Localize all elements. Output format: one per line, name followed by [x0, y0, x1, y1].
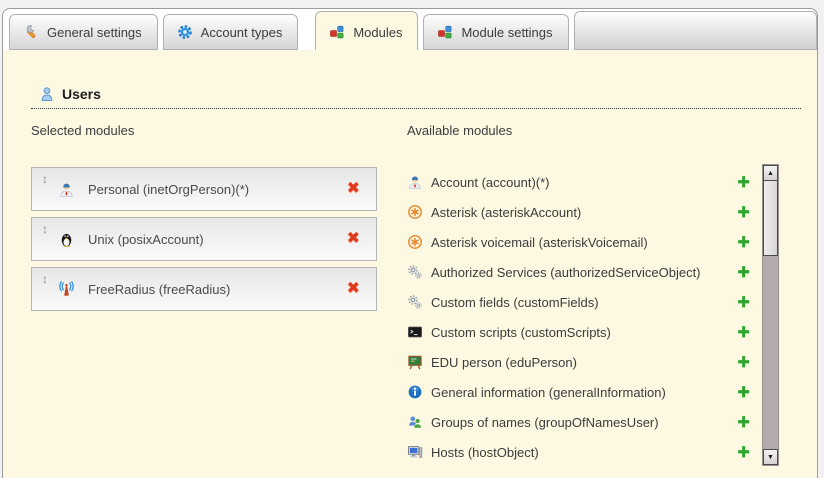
- module-label: EDU person (eduPerson): [431, 355, 577, 370]
- tab-general-settings[interactable]: General settings: [9, 14, 158, 50]
- module-label: Personal (inetOrgPerson)(*): [88, 182, 347, 197]
- available-module-row: EDU person (eduPerson) ✚: [407, 347, 750, 377]
- person-icon: [58, 181, 75, 198]
- person-icon: [407, 174, 423, 190]
- selected-modules-label: Selected modules: [31, 123, 377, 139]
- modules-cubes-icon: [329, 24, 345, 40]
- config-window: General settings Account types Modules M…: [2, 8, 818, 478]
- selected-module-row: ↕ Unix (posixAccount) ✖: [31, 217, 377, 261]
- available-module-row: Asterisk (asteriskAccount) ✚: [407, 197, 750, 227]
- group-icon: [407, 414, 423, 430]
- delete-icon[interactable]: ✖: [347, 231, 360, 247]
- tab-label: Account types: [201, 25, 283, 40]
- module-label: Custom scripts (customScripts): [431, 325, 611, 340]
- selected-modules-panel: Selected modules ↕ Personal (inetOrgPers…: [31, 123, 377, 467]
- users-section-header: Users: [31, 86, 801, 109]
- user-icon: [39, 86, 55, 102]
- modules-tab-content: Users Selected modules ↕ Personal (inetO…: [3, 50, 817, 478]
- module-label: Account (account)(*): [431, 175, 550, 190]
- add-icon[interactable]: ✚: [737, 385, 750, 400]
- add-icon[interactable]: ✚: [737, 445, 750, 460]
- section-title: Users: [62, 86, 101, 102]
- available-modules-panel: Available modules Account (account)(*) ✚…: [407, 123, 750, 467]
- module-label: FreeRadius (freeRadius): [88, 282, 347, 297]
- add-icon[interactable]: ✚: [737, 325, 750, 340]
- blue-gear-icon: [177, 24, 193, 40]
- available-module-row: Groups of names (groupOfNamesUser) ✚: [407, 407, 750, 437]
- add-icon[interactable]: ✚: [737, 205, 750, 220]
- module-label: Authorized Services (authorizedServiceOb…: [431, 265, 701, 280]
- add-icon[interactable]: ✚: [737, 265, 750, 280]
- tab-bar-filler: [574, 11, 817, 50]
- asterisk-icon: [407, 204, 423, 220]
- module-label: Asterisk (asteriskAccount): [431, 205, 581, 220]
- add-icon[interactable]: ✚: [737, 295, 750, 310]
- available-module-row: General information (generalInformation)…: [407, 377, 750, 407]
- module-label: General information (generalInformation): [431, 385, 666, 400]
- available-module-row: Custom fields (customFields) ✚: [407, 287, 750, 317]
- delete-icon[interactable]: ✖: [347, 281, 360, 297]
- selected-module-row: ↕ Personal (inetOrgPerson)(*) ✖: [31, 167, 377, 211]
- available-module-row: Account (account)(*) ✚: [407, 167, 750, 197]
- scroll-up-icon: ▲: [767, 170, 774, 177]
- antenna-icon: [58, 281, 75, 298]
- info-icon: [407, 384, 423, 400]
- tab-label: General settings: [47, 25, 142, 40]
- module-label: Custom fields (customFields): [431, 295, 599, 310]
- module-label: Asterisk voicemail (asteriskVoicemail): [431, 235, 648, 250]
- add-icon[interactable]: ✚: [737, 235, 750, 250]
- modules-cubes-icon: [437, 24, 453, 40]
- add-icon[interactable]: ✚: [737, 175, 750, 190]
- delete-icon[interactable]: ✖: [347, 181, 360, 197]
- available-modules-scrollbar[interactable]: ▲ ▼: [762, 164, 779, 466]
- penguin-icon: [58, 231, 75, 248]
- available-module-row: Authorized Services (authorizedServiceOb…: [407, 257, 750, 287]
- selected-module-row: ↕ FreeRadius (freeRadius) ✖: [31, 267, 377, 311]
- drag-handle-icon[interactable]: ↕: [42, 172, 48, 186]
- module-label: Groups of names (groupOfNamesUser): [431, 415, 659, 430]
- blackboard-icon: [407, 354, 423, 370]
- drag-handle-icon[interactable]: ↕: [42, 272, 48, 286]
- computer-icon: [407, 444, 423, 460]
- scroll-up-button[interactable]: ▲: [763, 165, 778, 181]
- terminal-icon: [407, 324, 423, 340]
- available-modules-label: Available modules: [407, 123, 750, 139]
- scrollbar-thumb[interactable]: [763, 180, 778, 256]
- scroll-down-icon: ▼: [767, 454, 774, 461]
- tab-label: Module settings: [461, 25, 552, 40]
- tab-module-settings[interactable]: Module settings: [423, 14, 568, 50]
- add-icon[interactable]: ✚: [737, 355, 750, 370]
- tab-bar: General settings Account types Modules M…: [3, 9, 817, 50]
- gears-icon: [407, 294, 423, 310]
- tab-account-types[interactable]: Account types: [163, 14, 299, 50]
- gears-icon: [407, 264, 423, 280]
- available-module-row: Custom scripts (customScripts) ✚: [407, 317, 750, 347]
- module-label: Unix (posixAccount): [88, 232, 347, 247]
- available-module-row: Hosts (hostObject) ✚: [407, 437, 750, 467]
- module-label: Hosts (hostObject): [431, 445, 539, 460]
- scroll-down-button[interactable]: ▼: [763, 449, 778, 465]
- tab-label: Modules: [353, 25, 402, 40]
- available-module-row: Asterisk voicemail (asteriskVoicemail) ✚: [407, 227, 750, 257]
- drag-handle-icon[interactable]: ↕: [42, 222, 48, 236]
- add-icon[interactable]: ✚: [737, 415, 750, 430]
- asterisk-icon: [407, 234, 423, 250]
- wrench-icon: [23, 24, 39, 40]
- tab-modules[interactable]: Modules: [315, 11, 418, 50]
